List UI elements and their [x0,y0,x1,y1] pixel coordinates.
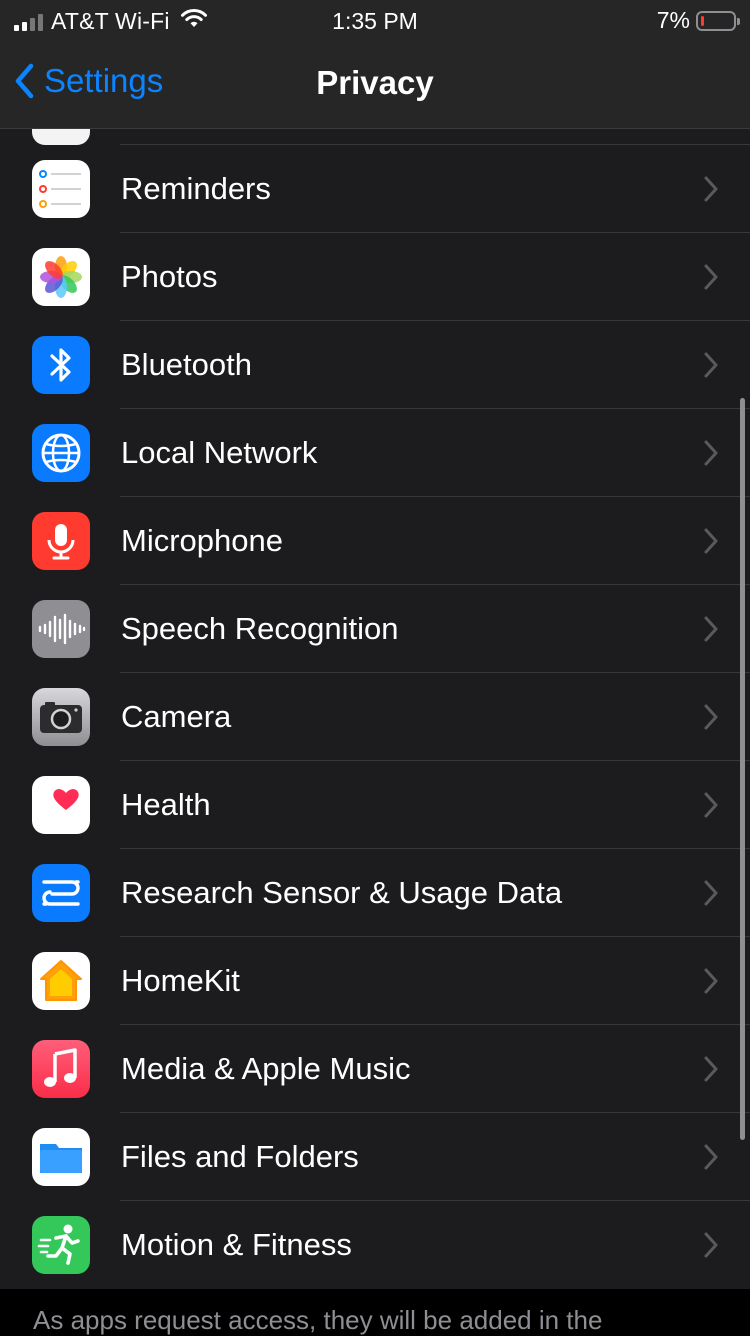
list-item-research-sensor[interactable]: Research Sensor & Usage Data [0,849,750,937]
chevron-right-icon [704,352,718,378]
list-item-speech-recognition[interactable]: Speech Recognition [0,585,750,673]
chevron-right-icon [704,264,718,290]
music-note-icon [32,1040,90,1098]
running-figure-icon [32,1216,90,1274]
chevron-right-icon [704,704,718,730]
status-bar: AT&T Wi-Fi 1:35 PM 7% [0,0,750,42]
navigation-bar: Settings Privacy [0,42,750,129]
chevron-right-icon [704,1056,718,1082]
list-item-photos[interactable]: Photos [0,233,750,321]
list-item-label: Motion & Fitness [121,1227,352,1262]
list-item-health[interactable]: Health [0,761,750,849]
heart-icon [32,776,90,834]
list-item-label: Local Network [121,435,318,470]
list-item-label: HomeKit [121,963,240,998]
photos-icon [32,248,90,306]
chevron-right-icon [704,880,718,906]
chevron-right-icon [704,968,718,994]
list-item-label: Photos [121,259,218,294]
battery-level-fill [701,15,704,26]
page-title: Privacy [316,64,434,101]
chevron-right-icon [704,440,718,466]
status-time: 1:35 PM [332,8,418,34]
list-item-label: Files and Folders [121,1139,359,1174]
list-item-homekit[interactable]: HomeKit [0,937,750,1025]
list-item-label: Reminders [121,171,271,206]
list-item-label: Microphone [121,523,283,558]
chevron-right-icon [704,792,718,818]
battery-percent: 7% [656,7,690,33]
list-item-reminders[interactable]: Reminders [0,145,750,233]
list-item-label: Health [121,787,211,822]
chevron-right-icon [704,1144,718,1170]
list-item-files-and-folders[interactable]: Files and Folders [0,1113,750,1201]
research-icon [32,864,90,922]
footer-note: As apps request access, they will be add… [33,1305,603,1335]
list-footer: As apps request access, they will be add… [0,1290,750,1335]
status-right: 7% [656,7,740,34]
list-item-label: Speech Recognition [121,611,399,646]
list-item-label: Media & Apple Music [121,1051,411,1086]
chevron-right-icon [704,176,718,202]
chevron-right-icon [704,528,718,554]
list-item-label: Bluetooth [121,347,252,382]
scroll-indicator[interactable] [740,398,745,1140]
waveform-icon [32,600,90,658]
globe-icon [32,424,90,482]
chevron-right-icon [704,1232,718,1258]
bluetooth-icon [32,336,90,394]
battery-icon [696,10,740,31]
home-icon [32,952,90,1010]
list-item-media-apple-music[interactable]: Media & Apple Music [0,1025,750,1113]
microphone-icon [32,512,90,570]
list-item-microphone[interactable]: Microphone [0,497,750,585]
privacy-list: Reminders Photos Bluetooth Local Network… [0,87,750,1289]
folder-icon [32,1128,90,1186]
list-item-local-network[interactable]: Local Network [0,409,750,497]
list-item-label: Camera [121,699,232,734]
reminders-icon [32,160,90,218]
list-item-camera[interactable]: Camera [0,673,750,761]
chevron-right-icon [704,616,718,642]
list-item-bluetooth[interactable]: Bluetooth [0,321,750,409]
list-item-motion-fitness[interactable]: Motion & Fitness [0,1201,750,1289]
list-item-label: Research Sensor & Usage Data [121,875,563,910]
camera-icon [32,688,90,746]
